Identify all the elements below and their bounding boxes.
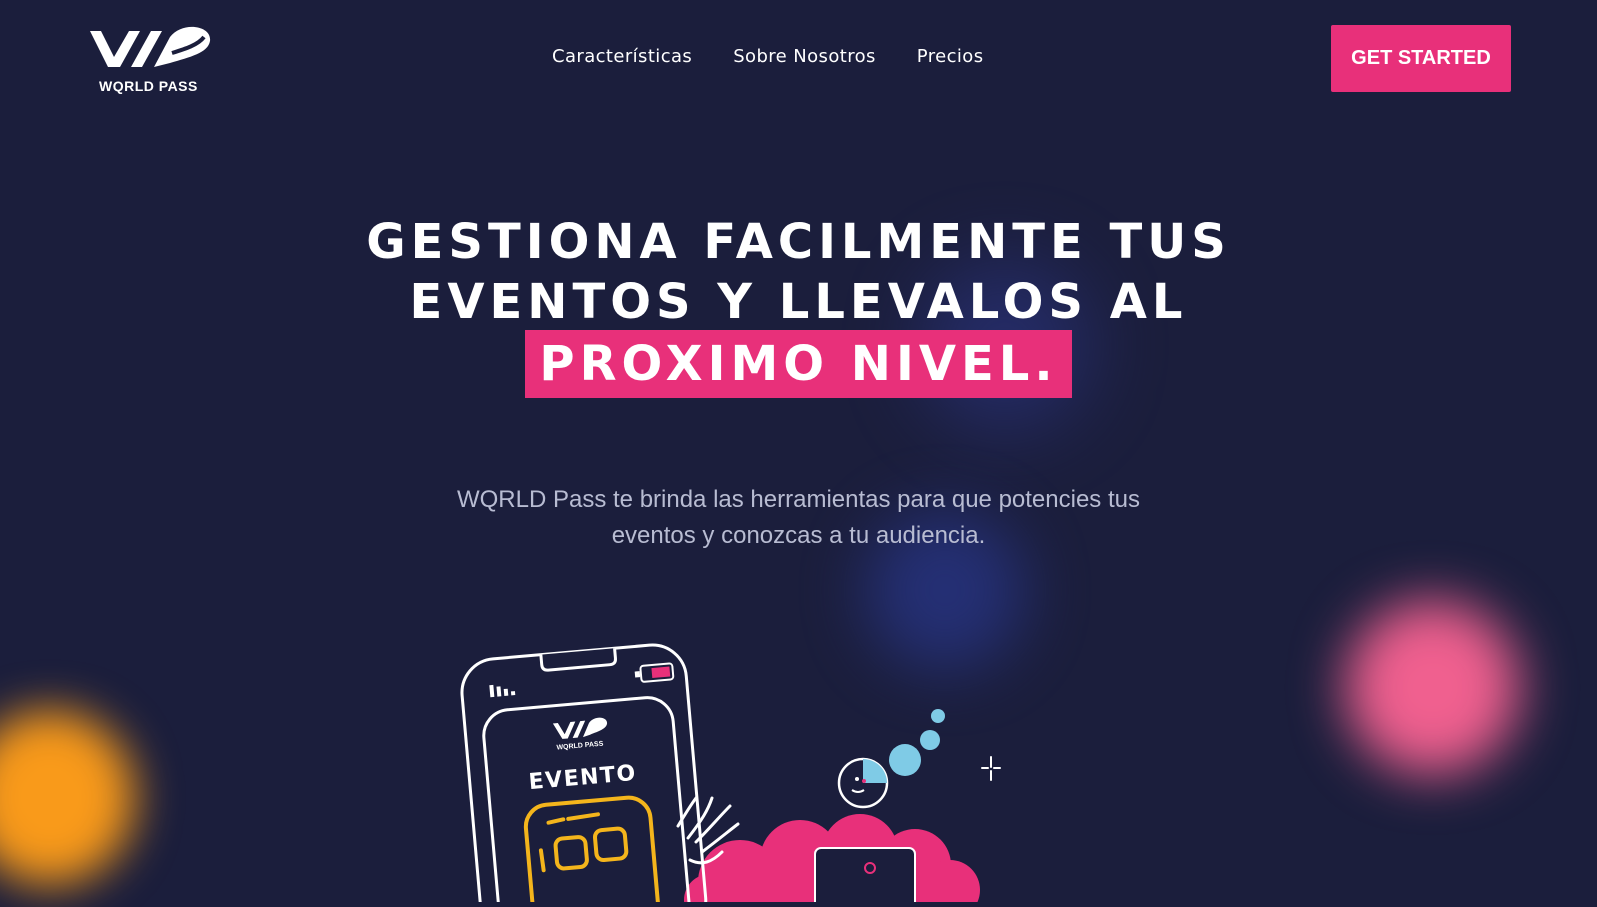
nav-item-sobre-nosotros[interactable]: Sobre Nosotros [733,46,876,67]
phone-logo-text: WQRLD PASS [556,741,604,752]
nav-item-caracteristicas[interactable]: Características [552,46,692,67]
brand-name: WQRLD PASS [99,78,198,94]
bubbles-icon [889,709,945,776]
hero-subtitle: WQRLD Pass te brinda las herramientas pa… [0,482,1597,554]
signal-icon [489,684,516,698]
hero-heading: GESTIONA FACILMENTE TUS EVENTOS Y LLEVAL… [0,212,1597,398]
hero-title-line-2: EVENTOS Y LLEVALOS AL [409,274,1188,330]
sparkle-icon [981,756,1001,781]
face-bubble-icon [837,757,889,809]
phone-logo-icon [552,717,608,739]
main-navigation: Características Sobre Nosotros Precios [552,46,984,67]
background-glow-pink [1345,600,1520,775]
hero-subtitle-line-1: WQRLD Pass te brinda las herramientas pa… [456,486,1140,513]
site-header: WQRLD PASS Características Sobre Nosotro… [0,0,1597,120]
background-glow-orange [0,710,135,885]
hero-title-line-1: GESTIONA FACILMENTE TUS [366,214,1231,270]
battery-icon [634,662,675,683]
qr-code-icon [523,795,661,907]
phone-illustration: WQRLD PASS EVENTO [460,643,708,907]
phone-event-label: EVENTO [528,761,638,795]
hero-title-highlight: PROXIMO NIVEL. [525,330,1072,398]
brand-logo[interactable]: WQRLD PASS [90,23,215,98]
nav-item-precios[interactable]: Precios [917,46,984,67]
hero-subtitle-line-2: eventos y conozcas a tu audiencia. [611,522,986,549]
logo-mark-icon [90,26,211,68]
hero-illustration: WQRLD PASS EVENTO [440,620,1040,907]
get-started-button[interactable]: GET STARTED [1331,25,1511,92]
device-on-cloud-icon [814,847,916,907]
